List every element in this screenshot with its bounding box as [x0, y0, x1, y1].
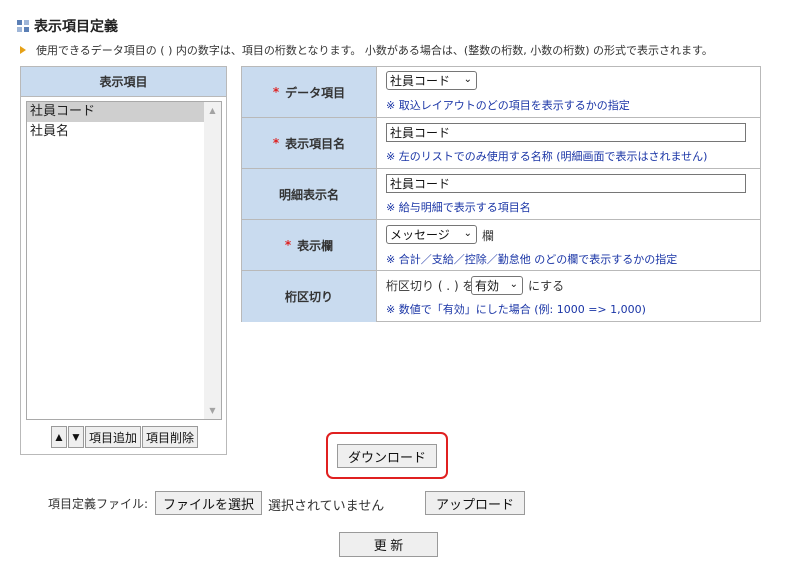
- row-display-name: * 表示項目名 社員コード ※ 左のリストでのみ使用する名称 (明細画面で表示は…: [242, 118, 760, 169]
- row-display-column: * 表示欄 メッセージ ⌄ 欄 ※ 合計／支給／控除／勤怠他 のどの欄で表示する…: [242, 220, 760, 271]
- update-button[interactable]: 更 新: [339, 532, 438, 557]
- data-item-select-value: 社員コード: [390, 74, 451, 88]
- move-up-button[interactable]: ▲: [51, 426, 67, 448]
- choose-file-button[interactable]: ファイルを選択: [155, 491, 262, 515]
- list-scrollbar[interactable]: ▲ ▼: [204, 102, 221, 419]
- display-items-list[interactable]: 社員コード 社員名 ▲ ▼: [26, 101, 222, 420]
- usage-note-text: 使用できるデータ項目の ( ) 内の数字は、項目の桁数となります。 小数がある場…: [36, 44, 713, 57]
- row-label: * 表示欄: [242, 220, 377, 270]
- row-digit-separator: 桁区切り 桁区切り ( . ) を 有効 ⌄ にする ※ 数値で「有効」にした場…: [242, 271, 760, 322]
- row-value: 社員コード ※ 左のリストでのみ使用する名称 (明細画面で表示はされません): [378, 118, 760, 168]
- row-label-text: 桁区切り: [284, 290, 333, 304]
- triangle-right-icon: [20, 46, 26, 54]
- usage-note: 使用できるデータ項目の ( ) 内の数字は、項目の桁数となります。 小数がある場…: [20, 42, 713, 58]
- digit-separator-hint: ※ 数値で「有効」にした場合 (例: 1000 => 1,000): [386, 303, 646, 316]
- digit-separator-select[interactable]: 有効 ⌄: [471, 276, 523, 295]
- digit-separator-suffix: にする: [528, 279, 565, 293]
- display-items-header: 表示項目: [21, 67, 226, 97]
- data-item-hint: ※ 取込レイアウトのどの項目を表示するかの指定: [386, 99, 630, 112]
- data-item-select[interactable]: 社員コード ⌄: [386, 71, 477, 90]
- row-value: 社員コード ※ 給与明細で表示する項目名: [378, 169, 760, 219]
- delete-item-button[interactable]: 項目削除: [142, 426, 198, 448]
- digit-separator-prefix: 桁区切り ( . ) を: [386, 279, 475, 293]
- page-title-block: 表示項目定義: [17, 16, 118, 36]
- chevron-down-icon: ⌄: [463, 228, 472, 239]
- page-title: 表示項目定義: [34, 19, 118, 35]
- chevron-down-icon: ⌄: [509, 279, 518, 290]
- digit-separator-select-value: 有効: [475, 279, 500, 293]
- row-value: メッセージ ⌄ 欄 ※ 合計／支給／控除／勤怠他 のどの欄で表示するかの指定: [378, 220, 760, 270]
- row-label-text: 明細表示名: [278, 187, 339, 202]
- required-mark: *: [284, 238, 292, 252]
- row-label: 桁区切り: [242, 271, 377, 322]
- detail-display-name-hint: ※ 給与明細で表示する項目名: [386, 201, 531, 214]
- list-item[interactable]: 社員コード: [27, 102, 221, 122]
- row-label-text: データ項目: [285, 85, 346, 100]
- required-mark: *: [272, 85, 280, 99]
- add-item-button[interactable]: 項目追加: [85, 426, 141, 448]
- row-value: 桁区切り ( . ) を 有効 ⌄ にする ※ 数値で「有効」にした場合 (例:…: [378, 271, 760, 322]
- display-column-hint: ※ 合計／支給／控除／勤怠他 のどの欄で表示するかの指定: [386, 253, 678, 266]
- item-definition-table: * データ項目 社員コード ⌄ ※ 取込レイアウトのどの項目を表示するかの指定 …: [241, 66, 761, 322]
- chevron-down-icon: ⌄: [463, 74, 472, 85]
- display-column-select-value: メッセージ: [390, 228, 450, 242]
- display-name-hint: ※ 左のリストでのみ使用する名称 (明細画面で表示はされません): [386, 150, 708, 163]
- row-label: 明細表示名: [242, 169, 377, 219]
- row-value: 社員コード ⌄ ※ 取込レイアウトのどの項目を表示するかの指定: [378, 67, 760, 117]
- required-mark: *: [272, 136, 280, 150]
- list-item[interactable]: 社員名: [27, 122, 221, 142]
- detail-display-name-input[interactable]: 社員コード: [386, 174, 746, 193]
- scroll-down-icon[interactable]: ▼: [204, 402, 221, 419]
- display-column-select[interactable]: メッセージ ⌄: [386, 225, 477, 244]
- row-label: * 表示項目名: [242, 118, 377, 168]
- upload-button[interactable]: アップロード: [425, 491, 525, 515]
- download-button[interactable]: ダウンロード: [337, 444, 437, 468]
- display-items-panel: 表示項目 社員コード 社員名 ▲ ▼ ▲ ▼ 項目追加 項目削除: [20, 66, 227, 455]
- row-label-text: 表示項目名: [285, 136, 346, 151]
- no-file-selected-text: 選択されていません: [268, 499, 385, 514]
- definition-file-label: 項目定義ファイル:: [48, 497, 149, 511]
- display-name-input[interactable]: 社員コード: [386, 123, 746, 142]
- row-label: * データ項目: [242, 67, 377, 117]
- row-data-item: * データ項目 社員コード ⌄ ※ 取込レイアウトのどの項目を表示するかの指定: [242, 67, 760, 118]
- row-detail-display-name: 明細表示名 社員コード ※ 給与明細で表示する項目名: [242, 169, 760, 220]
- display-column-suffix: 欄: [482, 229, 495, 243]
- scroll-up-icon[interactable]: ▲: [204, 102, 221, 119]
- row-label-text: 表示欄: [297, 238, 334, 253]
- grid-squares-icon: [17, 20, 29, 32]
- move-down-button[interactable]: ▼: [68, 426, 84, 448]
